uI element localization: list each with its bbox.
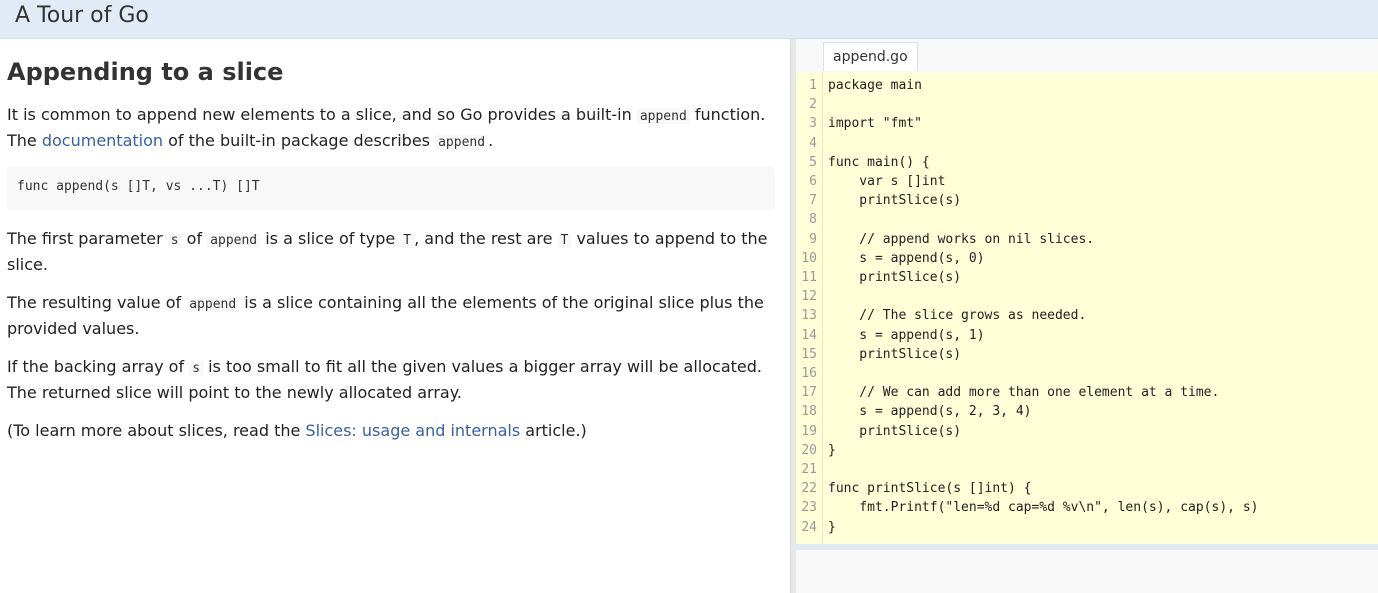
text: The xyxy=(7,131,42,150)
text: If the backing array of xyxy=(7,357,190,376)
text: article.) xyxy=(520,421,587,440)
code-line[interactable]: // The slice grows as needed. xyxy=(828,306,1086,325)
line-number: 20 xyxy=(801,442,817,458)
lesson-paragraph-2: The first parameter s of append is a sli… xyxy=(7,227,777,277)
code-line[interactable]: // append works on nil slices. xyxy=(828,230,1094,249)
line-number: 14 xyxy=(801,327,817,343)
inline-code: append xyxy=(207,233,261,248)
code-line[interactable]: printSlice(s) xyxy=(828,422,961,441)
lesson-paragraph-5: (To learn more about slices, read the Sl… xyxy=(7,419,777,443)
documentation-link[interactable]: documentation xyxy=(42,131,163,150)
line-number-gutter: 1 2 3 4 5 6 7 8 9 10 11 12 13 14 15 16 17 18 19 20 21 22 23 24 xyxy=(796,72,823,544)
lesson-paragraph-1: It is common to append new elements to a… xyxy=(7,103,777,155)
code-line[interactable]: func printSlice(s []int) { xyxy=(828,479,1032,498)
lesson-paragraph-4: If the backing array of s is too small t… xyxy=(7,355,777,405)
text: The resulting value of xyxy=(7,293,187,312)
code-line[interactable]: printSlice(s) xyxy=(828,191,961,210)
code-line[interactable]: s = append(s, 0) xyxy=(828,249,984,268)
line-number: 1 xyxy=(809,78,817,93)
text: (To learn more about slices, read the xyxy=(7,421,306,440)
code-line[interactable]: var s []int xyxy=(828,172,945,191)
line-number: 2 xyxy=(809,97,817,113)
inline-code: append xyxy=(186,297,240,312)
line-number: 24 xyxy=(801,519,817,535)
code-line[interactable]: printSlice(s) xyxy=(828,268,961,287)
text: , and the rest are xyxy=(414,229,558,248)
text: The first parameter xyxy=(7,229,168,248)
code-line[interactable]: } xyxy=(828,518,836,537)
line-number: 21 xyxy=(801,462,817,477)
code-line[interactable]: func main() { xyxy=(828,153,930,172)
code-line[interactable]: s = append(s, 2, 3, 4) xyxy=(828,402,1031,421)
line-number: 16 xyxy=(801,366,817,381)
text: values to append to the xyxy=(571,229,768,248)
output-area xyxy=(796,550,1378,593)
lesson-title: Appending to a slice xyxy=(7,58,284,86)
code-line[interactable]: package main xyxy=(828,76,922,95)
line-number: 3 xyxy=(809,116,817,132)
code-line[interactable]: import "fmt" xyxy=(828,114,922,133)
text: is too small to fit all the given values… xyxy=(203,357,762,376)
app-title[interactable]: A Tour of Go xyxy=(15,3,149,29)
inline-code: T xyxy=(400,233,415,248)
line-number: 10 xyxy=(801,250,817,266)
inline-code: T xyxy=(557,233,572,248)
code-line[interactable]: // We can add more than one element at a… xyxy=(828,383,1219,402)
text: provided values. xyxy=(7,319,140,338)
code-line[interactable]: fmt.Printf("len=%d cap=%d %v\n", len(s),… xyxy=(828,498,1258,517)
text: slice. xyxy=(7,255,48,274)
line-number: 17 xyxy=(801,385,817,401)
line-number: 8 xyxy=(809,212,817,228)
text: The returned slice will point to the new… xyxy=(7,383,462,402)
lesson-pane: Appending to a slice It is common to app… xyxy=(0,39,790,593)
line-number: 4 xyxy=(809,135,817,151)
line-number: 13 xyxy=(801,308,817,324)
line-number: 18 xyxy=(801,404,817,420)
inline-code: s xyxy=(189,361,204,376)
file-tab[interactable]: append.go xyxy=(823,42,918,71)
top-bar: A Tour of Go xyxy=(0,0,1378,39)
inline-code: s xyxy=(167,233,182,248)
lesson-paragraph-3: The resulting value of append is a slice… xyxy=(7,291,777,341)
line-number: 5 xyxy=(809,154,817,170)
text: is a slice of type xyxy=(260,229,401,248)
line-number: 6 xyxy=(809,174,817,189)
line-number: 19 xyxy=(801,423,817,439)
editor-pane: append.go 1 2 3 4 5 6 7 8 9 10 11 12 13 14 15 16 17 18 19 2… xyxy=(796,39,1378,593)
line-number: 7 xyxy=(809,193,817,209)
line-number: 15 xyxy=(801,346,817,362)
line-number: 23 xyxy=(801,500,817,516)
slices-article-link[interactable]: Slices: usage and internals xyxy=(305,421,520,440)
text: It is common to append new elements to a… xyxy=(7,105,637,124)
inline-code: append xyxy=(636,109,690,124)
text: function. xyxy=(689,105,766,124)
inline-code: append xyxy=(435,135,489,150)
line-number: 11 xyxy=(801,270,817,285)
code-line[interactable]: } xyxy=(828,441,836,460)
line-number: 9 xyxy=(809,231,817,247)
signature-code: func append(s []T, vs ...T) []T xyxy=(17,179,260,194)
text: of xyxy=(181,229,208,248)
line-number: 12 xyxy=(801,289,817,305)
code-line[interactable]: printSlice(s) xyxy=(828,345,961,364)
line-number: 22 xyxy=(801,481,817,497)
text: . xyxy=(488,131,494,150)
text: of the built-in package describes xyxy=(163,131,436,150)
code-line[interactable]: s = append(s, 1) xyxy=(828,326,984,345)
code-editor[interactable]: 1 2 3 4 5 6 7 8 9 10 11 12 13 14 15 16 17 18 19 20 21 22 23 24 … xyxy=(796,72,1378,550)
text: is a slice containing all the elements o… xyxy=(239,293,764,312)
signature-code-block: func append(s []T, vs ...T) []T xyxy=(7,167,775,210)
